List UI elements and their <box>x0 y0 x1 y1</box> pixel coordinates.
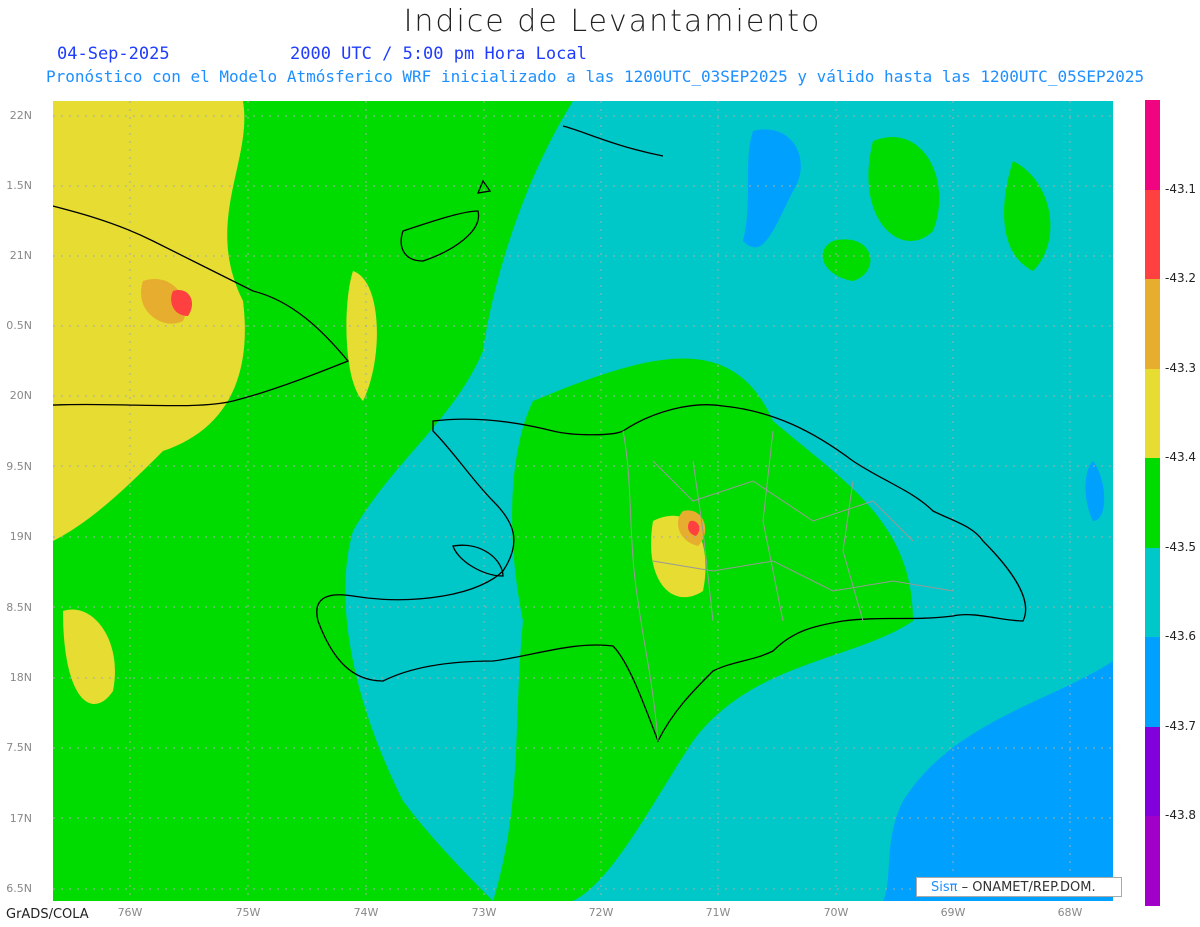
lat-label: 21N <box>9 249 32 262</box>
colorbar-swatch <box>1145 458 1160 548</box>
colorbar-swatch <box>1145 637 1160 727</box>
lat-label: 22N <box>9 109 32 122</box>
colorbar-label: -43.3 <box>1165 360 1197 375</box>
map-title: Indice de Levantamiento <box>403 4 822 39</box>
colorbar-swatch <box>1145 816 1160 906</box>
colorbar-label: -43.5 <box>1165 539 1197 554</box>
lat-label: 7.5N <box>6 741 32 754</box>
forecast-map-figure: Indice de Levantamiento 04-Sep-2025 2000… <box>0 0 1200 927</box>
lon-label: 73W <box>471 906 497 919</box>
lat-label: 9.5N <box>6 460 32 473</box>
colorbar-swatch <box>1145 368 1160 458</box>
lat-label: 17N <box>9 812 32 825</box>
colorbar-swatch <box>1145 726 1160 816</box>
forecast-time: 2000 UTC / 5:00 pm Hora Local <box>290 44 587 64</box>
lon-label: 75W <box>235 906 261 919</box>
lon-label: 74W <box>353 906 379 919</box>
colorbar-label: -43.4 <box>1165 450 1197 464</box>
colorbar-label: -43.1 <box>1165 181 1197 196</box>
lat-label: 0.5N <box>6 319 32 332</box>
grads-credit: GrADS/COLA <box>6 907 89 922</box>
forecast-date: 04-Sep-2025 <box>57 44 170 64</box>
colorbar-swatch <box>1145 279 1160 369</box>
lon-label: 68W <box>1057 906 1083 919</box>
colorbar-label: -43.8 <box>1165 808 1197 822</box>
lon-label: 76W <box>117 906 143 919</box>
lon-label: 69W <box>940 906 966 919</box>
lat-label: 19N <box>9 530 32 543</box>
model-subtitle: Pronóstico con el Modelo Atmósferico WRF… <box>46 67 1145 86</box>
lat-label: 6.5N <box>6 882 32 895</box>
lat-label: 18N <box>9 671 32 684</box>
lat-label: 1.5N <box>6 179 32 192</box>
colorbar-swatch <box>1145 189 1160 279</box>
onamet-logo: Sisπ – ONAMET/REP.DOM. <box>916 877 1122 897</box>
lat-label: 8.5N <box>6 601 32 614</box>
colorbar-label: -43.2 <box>1165 271 1197 285</box>
lat-label: 20N <box>9 389 32 402</box>
lon-label: 71W <box>705 906 731 919</box>
logo-text: – ONAMET/REP.DOM. <box>957 880 1096 895</box>
colorbar-label: -43.6 <box>1165 629 1197 643</box>
colorbar-swatch <box>1145 547 1160 637</box>
logo-brand: Sisπ <box>931 880 958 895</box>
colorbar-swatch <box>1145 100 1160 190</box>
colorbar-label: -43.7 <box>1165 718 1197 733</box>
lon-label: 72W <box>588 906 614 919</box>
lon-label: 70W <box>823 906 849 919</box>
lifted-index-map <box>53 101 1113 901</box>
